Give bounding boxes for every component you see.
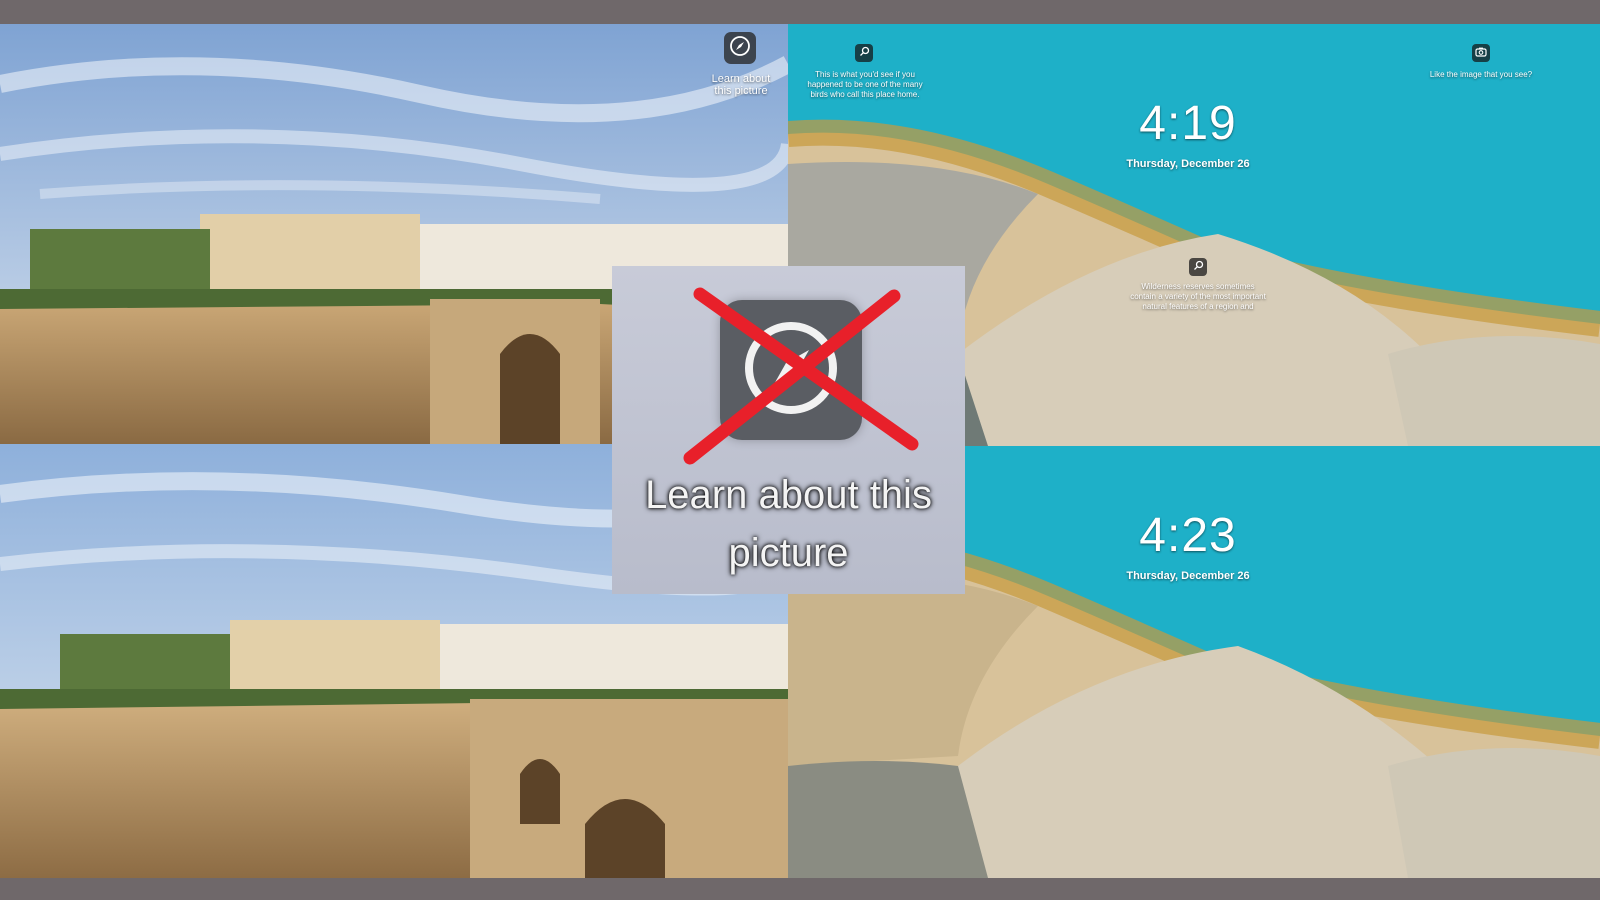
compass-icon bbox=[729, 35, 751, 62]
picture-info-button[interactable] bbox=[855, 44, 873, 62]
search-icon bbox=[859, 44, 870, 62]
camera-icon bbox=[1475, 44, 1487, 62]
lock-screen-date: Thursday, December 26 bbox=[1126, 570, 1250, 582]
camera-prompt-text: Like the image that you see? bbox=[1429, 70, 1533, 79]
lock-screen-clock: 4:23 bbox=[1139, 509, 1237, 562]
zoomed-learn-about-picture: Learn about this picture bbox=[612, 266, 965, 594]
camera-button[interactable] bbox=[1472, 44, 1490, 62]
picture-info-button[interactable] bbox=[1189, 258, 1207, 276]
lock-screen-clock: 4:19 bbox=[1139, 97, 1237, 150]
picture-info-text: Wilderness reserves sometimes contain a … bbox=[1130, 282, 1266, 311]
lock-screen-date: Thursday, December 26 bbox=[1126, 158, 1250, 170]
red-x-mark bbox=[683, 287, 919, 465]
learn-about-picture-button[interactable] bbox=[724, 32, 756, 64]
learn-about-picture-label: Learn about this picture bbox=[711, 73, 771, 97]
search-icon bbox=[1193, 258, 1204, 276]
picture-info-text: This is what you'd see if you happened t… bbox=[807, 70, 923, 99]
